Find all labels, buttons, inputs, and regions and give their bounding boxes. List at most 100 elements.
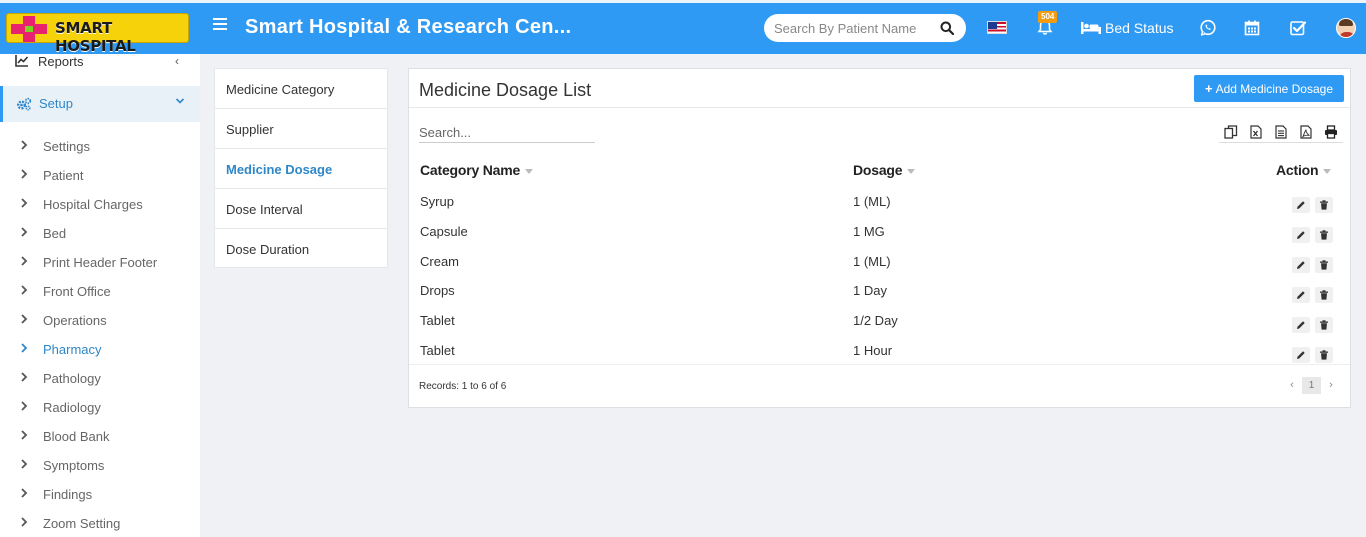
pagination-next-button[interactable]: › xyxy=(1324,379,1338,391)
pdf-icon[interactable] xyxy=(1299,125,1313,139)
logo-cross-icon xyxy=(11,16,47,42)
sidebar-subitem-patient[interactable]: Patient xyxy=(0,165,200,187)
delete-trash-icon[interactable] xyxy=(1315,257,1333,273)
bed-status-label: Bed Status xyxy=(1105,20,1174,36)
search-icon[interactable] xyxy=(940,21,954,35)
language-flag-icon[interactable] xyxy=(987,21,1007,34)
table-search-input[interactable] xyxy=(419,123,595,143)
delete-trash-icon[interactable] xyxy=(1315,227,1333,243)
submenu-item-dose-interval[interactable]: Dose Interval xyxy=(215,189,387,229)
sidebar-subitem-pharmacy[interactable]: Pharmacy xyxy=(0,339,200,361)
chevron-right-icon xyxy=(21,314,28,324)
sidebar-subitem-print-header-footer[interactable]: Print Header Footer xyxy=(0,252,200,274)
delete-trash-icon[interactable] xyxy=(1315,317,1333,333)
sidebar-subitem-pathology[interactable]: Pathology xyxy=(0,368,200,390)
sidebar-subitem-label: Radiology xyxy=(43,400,101,415)
sidebar-subitem-radiology[interactable]: Radiology xyxy=(0,397,200,419)
sidebar-item-label: Reports xyxy=(38,54,84,69)
delete-trash-icon[interactable] xyxy=(1315,197,1333,213)
bed-status-link[interactable]: Bed Status xyxy=(1081,20,1174,36)
sidebar-subitem-symptoms[interactable]: Symptoms xyxy=(0,455,200,477)
export-toolbar xyxy=(1219,122,1343,143)
chevron-right-icon xyxy=(21,285,28,295)
sidebar-subitem-operations[interactable]: Operations xyxy=(0,310,200,332)
user-avatar[interactable] xyxy=(1336,18,1356,38)
cell-category: Cream xyxy=(420,254,460,269)
app-title: Smart Hospital & Research Cen... xyxy=(245,16,572,38)
submenu-item-medicine-category[interactable]: Medicine Category xyxy=(215,69,387,109)
column-header-dosage[interactable]: Dosage xyxy=(853,162,916,178)
task-check-icon[interactable] xyxy=(1289,19,1307,37)
edit-pencil-icon[interactable] xyxy=(1292,317,1310,333)
delete-trash-icon[interactable] xyxy=(1315,287,1333,303)
chevron-right-icon xyxy=(21,459,28,469)
notification-count-badge: 504 xyxy=(1038,11,1058,23)
pagination-page-button[interactable]: 1 xyxy=(1302,376,1321,394)
sidebar-subitem-front-office[interactable]: Front Office xyxy=(0,281,200,303)
chevron-right-icon xyxy=(21,227,28,237)
edit-pencil-icon[interactable] xyxy=(1292,197,1310,213)
submenu-item-dose-duration[interactable]: Dose Duration xyxy=(215,229,387,269)
chevron-right-icon xyxy=(21,488,28,498)
sidebar-subitem-label: Pathology xyxy=(43,371,101,386)
edit-pencil-icon[interactable] xyxy=(1292,227,1310,243)
delete-trash-icon[interactable] xyxy=(1315,347,1333,363)
table-row: Syrup 1 (ML) xyxy=(409,194,1350,224)
chevron-right-icon xyxy=(21,401,28,411)
sidebar-subitem-label: Symptoms xyxy=(43,458,105,473)
patient-search-box xyxy=(764,14,966,42)
app-logo[interactable]: SMART HOSPITAL xyxy=(6,13,189,55)
patient-search-input[interactable] xyxy=(774,19,934,37)
header-divider xyxy=(409,107,1350,108)
add-medicine-dosage-button[interactable]: + Add Medicine Dosage xyxy=(1194,75,1344,102)
submenu-item-supplier[interactable]: Supplier xyxy=(215,109,387,149)
pagination-prev-button[interactable]: ‹ xyxy=(1285,379,1299,391)
sidebar-subitem-settings[interactable]: Settings xyxy=(0,136,200,158)
sidebar-subitem-blood-bank[interactable]: Blood Bank xyxy=(0,426,200,448)
sidebar-item-setup[interactable]: Setup xyxy=(0,86,200,122)
edit-pencil-icon[interactable] xyxy=(1292,287,1310,303)
excel-icon[interactable] xyxy=(1249,125,1263,139)
whatsapp-icon[interactable] xyxy=(1199,19,1217,37)
cell-category: Syrup xyxy=(420,194,454,209)
sidebar-item-label: Setup xyxy=(39,96,73,111)
page-title: Medicine Dosage List xyxy=(419,80,592,100)
sidebar-subitem-hospital-charges[interactable]: Hospital Charges xyxy=(0,194,200,216)
sidebar-subitem-zoom-setting[interactable]: Zoom Setting xyxy=(0,513,200,535)
sort-caret-icon xyxy=(1323,168,1332,174)
logo-text: SMART HOSPITAL xyxy=(55,19,136,55)
cell-dosage: 1 (ML) xyxy=(853,254,891,269)
sidebar-subitem-findings[interactable]: Findings xyxy=(0,484,200,506)
submenu-item-medicine-dosage[interactable]: Medicine Dosage xyxy=(215,149,387,189)
csv-file-icon[interactable] xyxy=(1274,125,1288,139)
menu-toggle-icon[interactable] xyxy=(213,18,227,36)
sidebar-subitem-label: Bed xyxy=(43,226,67,241)
records-count: Records: 1 to 6 of 6 xyxy=(419,381,507,392)
chevron-right-icon xyxy=(21,517,28,527)
edit-pencil-icon[interactable] xyxy=(1292,347,1310,363)
column-header-category-name[interactable]: Category Name xyxy=(420,162,534,178)
sidebar-item-reports[interactable]: Reports ‹ xyxy=(0,54,200,70)
chevron-down-icon xyxy=(175,98,185,104)
cell-dosage: 1/2 Day xyxy=(853,313,898,328)
print-icon[interactable] xyxy=(1324,125,1338,139)
sidebar-subitem-label: Operations xyxy=(43,313,107,328)
sidebar-subitem-label: Findings xyxy=(43,487,93,502)
chevron-right-icon xyxy=(21,343,28,353)
plus-icon: + xyxy=(1205,81,1213,96)
copy-icon[interactable] xyxy=(1224,125,1238,139)
table-row: Cream 1 (ML) xyxy=(409,254,1350,284)
gears-icon xyxy=(17,97,32,111)
column-header-action[interactable]: Action xyxy=(1276,162,1332,178)
calendar-icon[interactable] xyxy=(1243,19,1261,37)
sidebar-subitem-label: Front Office xyxy=(43,284,111,299)
chevron-right-icon xyxy=(21,140,28,150)
sidebar-subitem-label: Settings xyxy=(43,139,90,154)
sidebar-subitem-bed[interactable]: Bed xyxy=(0,223,200,245)
edit-pencil-icon[interactable] xyxy=(1292,257,1310,273)
sidebar-subitem-label: Zoom Setting xyxy=(43,516,121,531)
table-row: Tablet 1 Hour xyxy=(409,343,1350,373)
cell-dosage: 1 (ML) xyxy=(853,194,891,209)
cell-category: Tablet xyxy=(420,313,455,328)
cell-dosage: 1 MG xyxy=(853,224,885,239)
